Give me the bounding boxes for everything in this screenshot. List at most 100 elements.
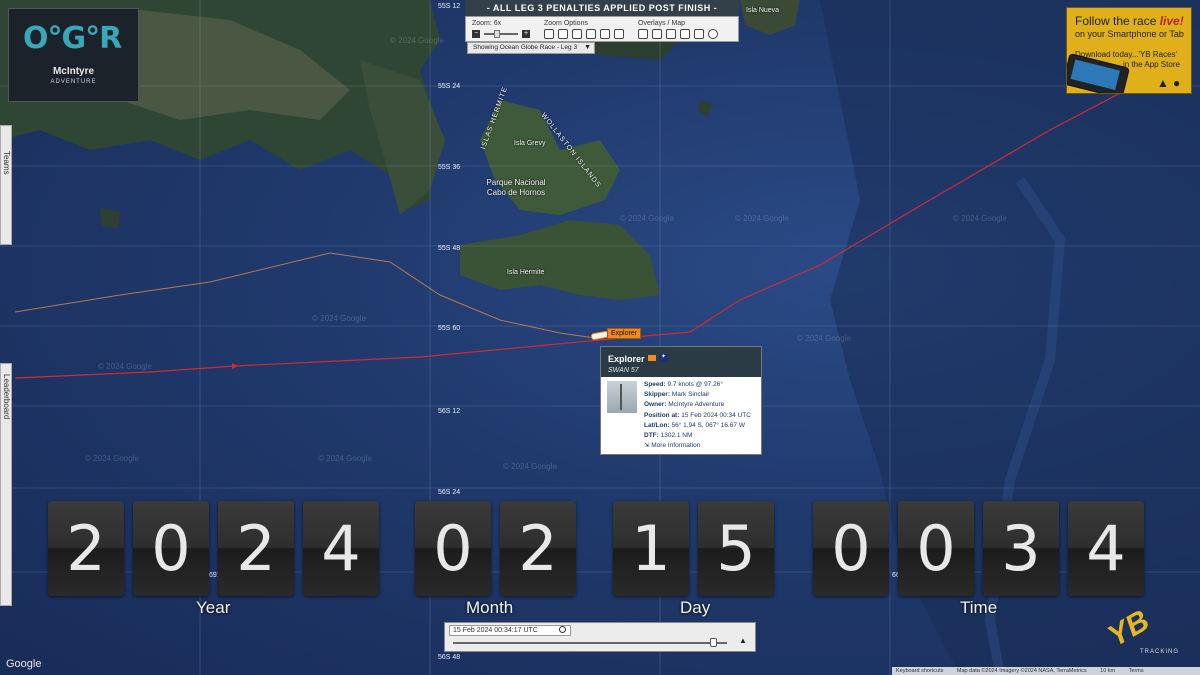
overlays-label: Overlays / Map <box>638 20 686 27</box>
land-hermite <box>460 220 660 300</box>
scale-text[interactable]: 10 km <box>1100 668 1115 674</box>
clock-digit: 4 <box>303 501 379 596</box>
fit-icon[interactable] <box>614 29 624 39</box>
time-slider-panel: 15 Feb 2024 00:34:17 UTC ▲ <box>444 622 756 652</box>
track-icon[interactable] <box>680 29 690 39</box>
lat-label: 55S 36 <box>438 164 461 171</box>
terms-link[interactable]: Terms <box>1129 668 1144 674</box>
map-watermark: © 2024 Google <box>953 214 1007 223</box>
month-label: Month <box>466 598 514 617</box>
expand-icon[interactable] <box>600 29 610 39</box>
land-islet-1 <box>100 208 120 228</box>
boat-zoom-icon[interactable] <box>572 29 582 39</box>
land-islet-2 <box>698 100 712 116</box>
skipper-row: Skipper: Mark Sinclair <box>644 391 710 399</box>
play-icon[interactable]: ▲ <box>739 636 747 645</box>
zoom-slider[interactable]: − + <box>472 30 530 38</box>
time-label: Time <box>960 598 998 617</box>
clock-digit: 4 <box>1068 501 1144 596</box>
boat-photo <box>607 381 637 413</box>
latlon-row: Lat/Lon: 56° 1.94 S, 067° 16.67 W <box>644 421 745 429</box>
popup-details: Speed: 9.7 knots @ 97.26° Skipper: Mark … <box>644 380 751 441</box>
popup-boat-name: Explorer <box>608 354 645 364</box>
place-parque: Parque Nacional Cabo de Hornos <box>486 178 546 197</box>
clock-digit: 1 <box>613 501 689 596</box>
lat-label: 56S 48 <box>438 654 461 661</box>
popup-boat-class: SWAN 57 <box>608 367 639 374</box>
group-zoom-icon[interactable] <box>586 29 596 39</box>
lat-label: 55S 12 <box>438 3 461 10</box>
lat-label: 55S 24 <box>438 83 461 90</box>
boat-info-popup: Explorer ✦ SWAN 57 Speed: 9.7 knots @ 97… <box>600 346 762 455</box>
android-icon[interactable]: ▲ <box>1157 76 1169 90</box>
map-toolbar: Zoom: 6x Zoom Options Overlays / Map − + <box>465 16 739 42</box>
keyboard-shortcuts-link[interactable]: Keyboard shortcuts <box>896 668 943 674</box>
owner-row: Owner: McIntyre Adventure <box>644 401 725 409</box>
more-information-link[interactable]: ⇲ More Information <box>644 441 700 449</box>
ogr-mark: O°G°R <box>23 21 122 56</box>
race-selector-label: Showing Ocean Globe Race - Leg 3 <box>473 44 578 51</box>
leaderboard-tab-label: Leaderboard <box>2 374 11 420</box>
map-watermark: © 2024 Google <box>85 454 139 463</box>
speed-row: Speed: 9.7 knots @ 97.26° <box>644 381 723 388</box>
map-watermark: © 2024 Google <box>503 462 557 471</box>
apple-icon[interactable]: ● <box>1173 76 1180 90</box>
race-selector[interactable]: Showing Ocean Globe Race - Leg 3 ▼ <box>467 42 595 54</box>
place-isla-hermite: Isla Hermite <box>507 269 545 276</box>
google-logo[interactable]: Google <box>6 658 41 670</box>
layers-icon[interactable] <box>694 29 704 39</box>
leaderboard-tab[interactable]: Leaderboard <box>0 363 12 606</box>
clock-digit: 2 <box>48 501 124 596</box>
caret-down-icon: ▼ <box>584 44 591 51</box>
time-track[interactable] <box>453 642 727 644</box>
place-isla-nueva: Isla Nueva <box>746 7 780 14</box>
clock-digit: 2 <box>218 501 294 596</box>
teams-tab-label: Teams <box>2 151 11 175</box>
promo-store: in the App Store <box>1123 60 1180 69</box>
zoom-track[interactable] <box>484 33 518 35</box>
promo-subline: on your Smartphone or Tab <box>1075 29 1184 39</box>
clock-icon[interactable] <box>559 626 566 633</box>
datetime-field[interactable]: 15 Feb 2024 00:34:17 UTC <box>449 625 571 636</box>
zoom-options-label: Zoom Options <box>544 20 588 27</box>
teams-tab[interactable]: Teams <box>0 125 12 245</box>
map-watermark: © 2024 Google <box>98 362 152 371</box>
clock-digit: 0 <box>415 501 491 596</box>
sponsor-name: McIntyre <box>52 66 95 77</box>
team-color-badge <box>648 355 656 361</box>
ogr-logo: O°G°R McIntyre ADVENTURE <box>8 8 139 102</box>
clock-digit: 2 <box>500 501 576 596</box>
yb-logo-sub: TRACKING <box>1140 649 1180 655</box>
time-knob[interactable] <box>710 638 718 647</box>
promo-headline: Follow the race live! <box>1075 14 1184 28</box>
grid-icon[interactable] <box>638 29 648 39</box>
app-promo[interactable]: Follow the race live! on your Smartphone… <box>1066 7 1192 94</box>
clock-digit: 0 <box>898 501 974 596</box>
zoom-label: Zoom: 6x <box>472 20 502 27</box>
zoom-out-icon[interactable]: − <box>472 30 480 38</box>
dtf-row: DTF: 1302.1 NM <box>644 432 693 440</box>
flag-zoom-icon[interactable] <box>544 29 554 39</box>
clock-digit: 3 <box>983 501 1059 596</box>
year-label: Year <box>196 598 231 617</box>
land-isla-nueva <box>740 0 800 35</box>
overlay-icon[interactable] <box>652 29 662 39</box>
clock-digit: 0 <box>813 501 889 596</box>
lat-label: 55S 60 <box>438 325 461 332</box>
map-watermark: © 2024 Google <box>312 314 366 323</box>
map-watermark: © 2024 Google <box>735 214 789 223</box>
map-attribution: Keyboard shortcuts Map data ©2024 Imager… <box>892 667 1200 675</box>
clock-digit: 0 <box>133 501 209 596</box>
popup-header: Explorer ✦ SWAN 57 <box>601 347 761 377</box>
globe-icon[interactable] <box>708 29 718 39</box>
map-watermark: © 2024 Google <box>620 214 674 223</box>
boat-label[interactable]: Explorer <box>607 328 642 339</box>
phone-icon <box>1067 52 1130 93</box>
day-label: Day <box>680 598 711 617</box>
zoom-in-icon[interactable]: + <box>522 30 530 38</box>
fleet-zoom-icon[interactable] <box>558 29 568 39</box>
zoom-knob[interactable] <box>494 30 500 38</box>
penalty-banner: - ALL LEG 3 PENALTIES APPLIED POST FINIS… <box>465 0 739 16</box>
place-isla-grevy: Isla Grevy <box>514 140 546 147</box>
wind-icon[interactable] <box>666 29 676 39</box>
